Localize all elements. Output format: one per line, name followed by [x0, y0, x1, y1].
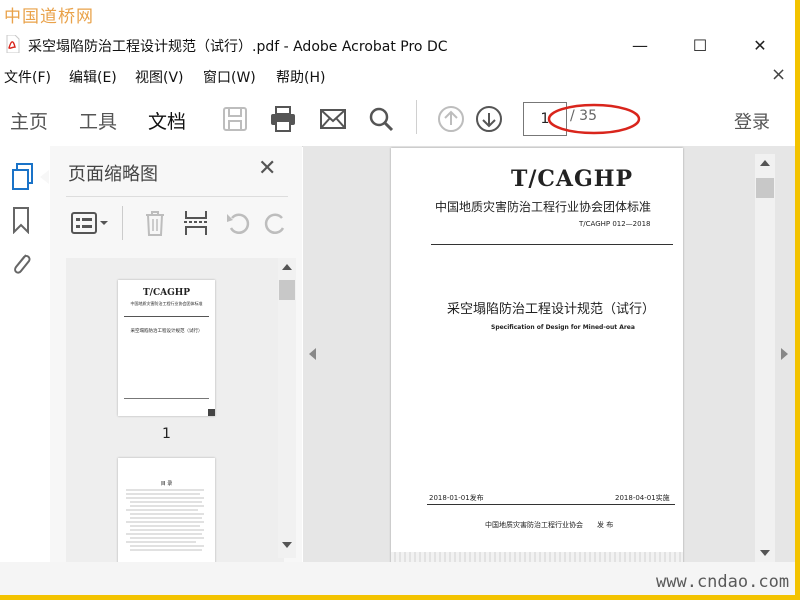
thumbnail-page-1-label: 1 — [162, 426, 171, 442]
window-title: 采空塌陷防治工程设计规范（试行）.pdf - Adobe Acrobat Pro… — [28, 39, 448, 55]
active-panel-pointer — [40, 170, 49, 184]
menu-window[interactable]: 窗口(W) — [203, 67, 256, 87]
tab-home[interactable]: 主页 — [10, 107, 48, 134]
panel-divider — [66, 196, 288, 197]
next-page-icon[interactable] — [474, 104, 504, 134]
thumbnail-scroll-thumb[interactable] — [279, 280, 295, 300]
page-thumbnails-panel: 页面缩略图 ✕ T/CAGHP 中国地质灾害防治工程行业协会团体标准 采空塌陷防… — [50, 146, 302, 566]
menu-edit[interactable]: 编辑(E) — [69, 67, 117, 87]
tab-tools[interactable]: 工具 — [79, 107, 117, 134]
collapse-left-panel-icon[interactable] — [309, 348, 316, 360]
doc-title-en: Specification of Design for Mined-out Ar… — [491, 324, 635, 331]
pdf-file-icon — [6, 35, 20, 53]
panel-close-icon[interactable]: ✕ — [258, 156, 276, 181]
thumbnail-resize-handle[interactable] — [208, 409, 215, 416]
pdf-page: T/CAGHP 中国地质灾害防治工程行业协会团体标准 T/CAGHP 012—2… — [391, 148, 683, 568]
menu-bar: 文件(F) 编辑(E) 视图(V) 窗口(W) 帮助(H) × — [0, 64, 795, 88]
scroll-up-icon[interactable] — [282, 264, 292, 270]
menu-help[interactable]: 帮助(H) — [276, 67, 325, 87]
thumb1-subtitle: 中国地质灾害防治工程行业协会团体标准 — [130, 301, 203, 306]
doc-implement-date: 2018-04-01实施 — [615, 494, 670, 502]
delete-page-icon[interactable] — [142, 208, 168, 238]
thumb2-toc-lines — [126, 489, 204, 551]
acrobat-window: 采空塌陷防治工程设计规范（试行）.pdf - Adobe Acrobat Pro… — [0, 0, 795, 595]
email-icon[interactable] — [318, 104, 348, 134]
search-icon[interactable] — [366, 104, 396, 134]
expand-right-panel-icon[interactable] — [781, 348, 788, 360]
panel-title: 页面缩略图 — [68, 164, 158, 185]
thumb1-doc-title: 采空塌陷防治工程设计规范（试行） — [130, 329, 203, 334]
save-icon[interactable] — [220, 104, 250, 134]
page-thumbnails-icon[interactable] — [10, 162, 36, 192]
thumbnail-page-2[interactable]: 目 录 — [118, 458, 215, 563]
doc-issuer: 中国地质灾害防治工程行业协会 — [485, 521, 583, 529]
red-highlight-ellipse — [547, 103, 641, 135]
document-view[interactable]: T/CAGHP 中国地质灾害防治工程行业协会团体标准 T/CAGHP 012—2… — [303, 146, 795, 568]
thumbnail-list[interactable]: T/CAGHP 中国地质灾害防治工程行业协会团体标准 采空塌陷防治工程设计规范（… — [66, 258, 284, 563]
login-button[interactable]: 登录 — [734, 108, 770, 134]
extract-page-icon[interactable] — [182, 208, 210, 238]
thumb2-heading: 目 录 — [160, 481, 173, 487]
doc-title-cn: 采空塌陷防治工程设计规范（试行） — [447, 302, 656, 317]
watermark-top-left: 中国道桥网 — [4, 7, 94, 27]
scroll-down-icon[interactable] — [282, 542, 292, 548]
doc-footer-rule — [427, 504, 675, 505]
attachment-icon[interactable] — [8, 249, 34, 279]
doc-issue-word: 发 布 — [597, 521, 614, 529]
rotate-left-icon[interactable] — [224, 208, 252, 238]
thumb1-code: T/CAGHP — [142, 288, 191, 298]
doc-org-standard: 中国地质灾害防治工程行业协会团体标准 — [435, 200, 652, 214]
doc-scroll-down-icon[interactable] — [760, 550, 770, 556]
menu-view[interactable]: 视图(V) — [135, 67, 184, 87]
thumbnail-options-icon[interactable] — [70, 210, 112, 236]
close-document-button[interactable]: × — [771, 64, 786, 85]
main-toolbar: 主页 工具 文档 1 / 35 登录 — [0, 90, 795, 147]
doc-publish-date: 2018-01-01发布 — [429, 494, 484, 502]
watermark-bottom-right: www.cndao.com — [656, 572, 790, 592]
doc-code: T/CAGHP — [511, 166, 634, 192]
print-icon[interactable] — [268, 104, 298, 134]
thumbnail-page-1[interactable]: T/CAGHP 中国地质灾害防治工程行业协会团体标准 采空塌陷防治工程设计规范（… — [118, 280, 215, 416]
tab-document[interactable]: 文档 — [148, 107, 186, 134]
title-bar: 采空塌陷防治工程设计规范（试行）.pdf - Adobe Acrobat Pro… — [0, 30, 795, 60]
doc-scroll-up-icon[interactable] — [760, 160, 770, 166]
minimize-button[interactable]: — — [630, 36, 650, 56]
document-scrollbar[interactable] — [755, 154, 775, 564]
previous-page-icon[interactable] — [436, 104, 466, 134]
navigation-rail — [0, 146, 51, 566]
doc-header-rule — [431, 244, 673, 245]
doc-std-number: T/CAGHP 012—2018 — [579, 220, 651, 228]
thumbnail-scrollbar[interactable] — [278, 258, 296, 558]
menu-file[interactable]: 文件(F) — [4, 67, 51, 87]
document-scroll-thumb[interactable] — [756, 178, 774, 198]
panel-toolbar-divider — [122, 206, 123, 240]
rotate-right-icon[interactable] — [262, 208, 290, 238]
toolbar-divider — [416, 100, 417, 134]
bookmark-icon[interactable] — [11, 206, 31, 234]
maximize-button[interactable]: ☐ — [690, 36, 710, 56]
close-button[interactable]: ✕ — [750, 36, 770, 56]
